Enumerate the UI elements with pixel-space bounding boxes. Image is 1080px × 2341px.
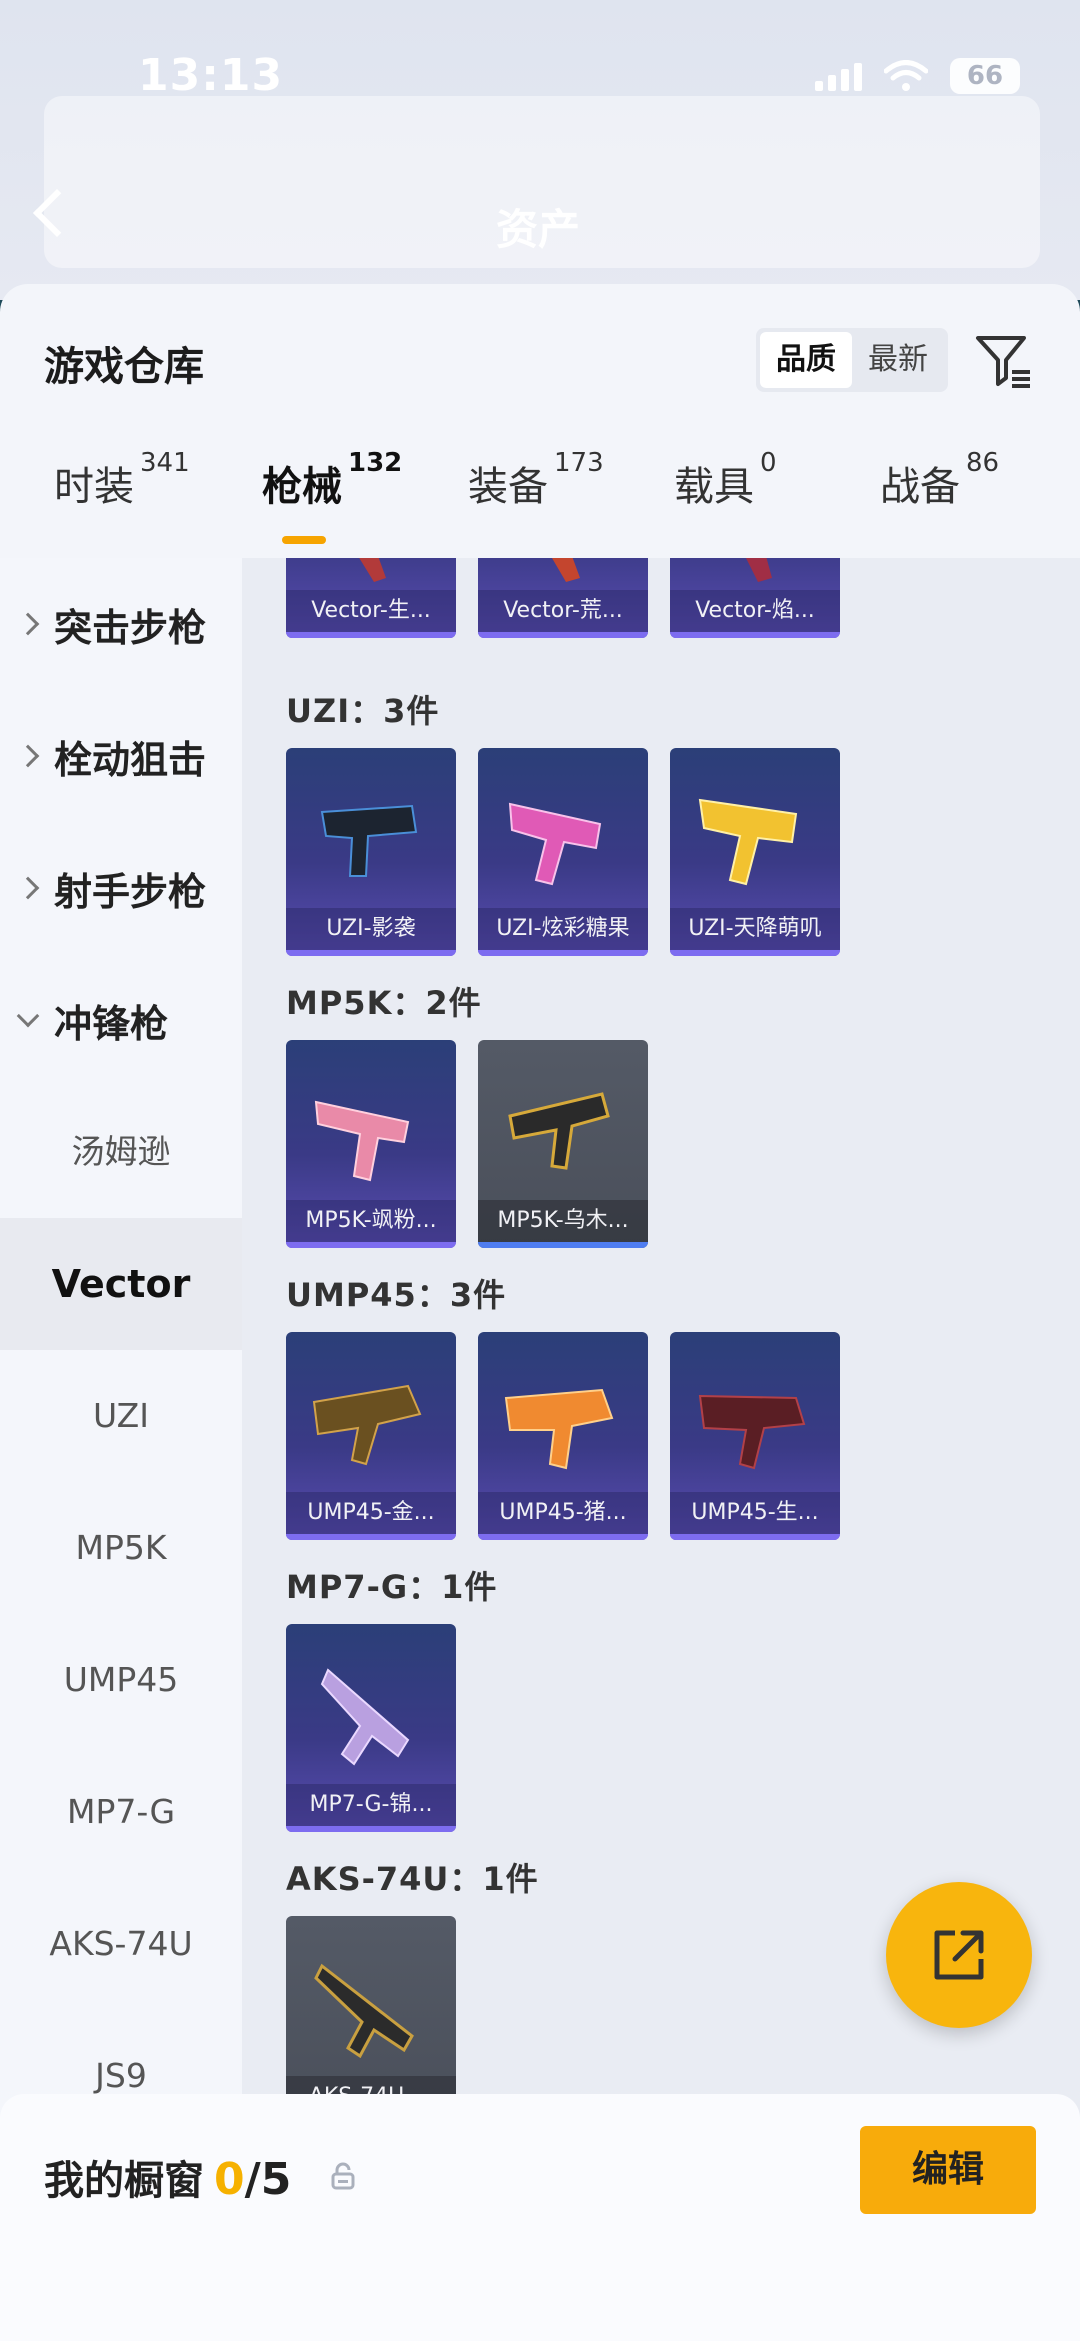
group-label-aks74u: AKS-74U：1件: [286, 1860, 539, 1898]
chevron-right-icon: [16, 876, 40, 900]
group-label-mp5k: MP5K：2件: [286, 984, 482, 1022]
weapon-card[interactable]: MP7-G-锦...: [286, 1624, 456, 1832]
weapon-thumbnail-icon: [312, 1384, 422, 1466]
weapon-thumbnail-icon: [320, 1668, 410, 1766]
weapon-category-list: 突击步枪 栓动狙击 射手步枪 冲锋枪 汤姆逊 Vector UZI MP5K U…: [0, 558, 242, 2341]
weapon-card[interactable]: Vector-焰...: [670, 558, 840, 638]
share-button[interactable]: [886, 1882, 1032, 2028]
active-tab-indicator: [282, 536, 326, 544]
weapon-card[interactable]: UMP45-金...: [286, 1332, 456, 1540]
battery-icon: 66: [950, 58, 1020, 94]
weapon-grid: Vector-生... Vector-荒... Vector-焰... UZI：…: [242, 558, 1080, 2341]
weapon-card[interactable]: Vector-生...: [286, 558, 456, 638]
weapon-thumbnail-icon: [698, 798, 798, 886]
category-marksman-rifle[interactable]: 射手步枪: [0, 822, 242, 954]
sidebar-item-thompson[interactable]: 汤姆逊: [0, 1086, 242, 1218]
showcase-bar: 我的橱窗 0/5 编辑: [0, 2094, 1080, 2341]
sidebar-item-aks74u[interactable]: AKS-74U: [0, 1878, 242, 2010]
status-icons: 66: [815, 58, 1020, 94]
category-smg[interactable]: 冲锋枪: [0, 954, 242, 1086]
tab-equipment[interactable]: 装备173: [468, 448, 604, 512]
edit-button[interactable]: 编辑: [860, 2126, 1036, 2214]
weapon-thumbnail-icon: [508, 802, 602, 886]
category-tabs: 时装341 枪械132 装备173 载具0 战备86: [0, 448, 1080, 554]
sidebar-item-ump45[interactable]: UMP45: [0, 1614, 242, 1746]
signal-icon: [815, 61, 862, 91]
weapon-card[interactable]: UMP45-生...: [670, 1332, 840, 1540]
weapon-thumbnail-icon: [698, 1394, 806, 1470]
sort-toggle: 品质 最新: [756, 328, 948, 392]
weapon-thumbnail-icon: [359, 558, 386, 582]
weapon-thumbnail-icon: [508, 1092, 610, 1170]
showcase-count: 0: [214, 2154, 245, 2205]
status-time: 13:13: [138, 50, 284, 101]
weapon-thumbnail-icon: [320, 804, 418, 877]
sidebar-item-uzi[interactable]: UZI: [0, 1350, 242, 1482]
lock-icon: [331, 2162, 355, 2190]
wifi-icon: [884, 60, 928, 91]
tab-firearms[interactable]: 枪械132: [262, 448, 402, 512]
weapon-card[interactable]: UZI-炫彩糖果: [478, 748, 648, 956]
sort-newest-button[interactable]: 最新: [852, 332, 944, 388]
page-title: 资产: [496, 205, 581, 254]
chevron-down-icon: [16, 1004, 40, 1028]
sheet-title: 游戏仓库: [44, 344, 204, 390]
filter-icon[interactable]: [972, 330, 1034, 392]
weapon-card[interactable]: UMP45-猪...: [478, 1332, 648, 1540]
sidebar-item-mp7g[interactable]: MP7-G: [0, 1746, 242, 1878]
weapon-card[interactable]: AKS-74U-...: [286, 1916, 456, 2124]
category-assault-rifle[interactable]: 突击步枪: [0, 558, 242, 690]
weapon-card[interactable]: Vector-荒...: [478, 558, 648, 638]
weapon-card[interactable]: UZI-影袭: [286, 748, 456, 956]
game-warehouse-sheet: 游戏仓库 品质 最新 时装341 枪械132 装备173 载具0 战备86 突击…: [0, 284, 1080, 2341]
weapon-card[interactable]: MP5K-乌木...: [478, 1040, 648, 1248]
tab-vehicles[interactable]: 载具0: [674, 448, 777, 512]
external-link-icon: [934, 1930, 984, 1980]
weapon-card[interactable]: MP5K-飒粉...: [286, 1040, 456, 1248]
group-label-mp7g: MP7-G：1件: [286, 1568, 498, 1606]
showcase-label: 我的橱窗 0/5: [44, 2154, 292, 2205]
weapon-thumbnail-icon: [314, 1963, 414, 2059]
sidebar-item-vector[interactable]: Vector: [0, 1218, 242, 1350]
weapon-thumbnail-icon: [504, 1388, 614, 1470]
weapon-thumbnail-icon: [314, 1100, 410, 1182]
group-label-uzi: UZI：3件: [286, 692, 440, 730]
tab-tactical[interactable]: 战备86: [880, 448, 999, 512]
group-label-ump45: UMP45：3件: [286, 1276, 507, 1314]
chevron-right-icon: [16, 612, 40, 636]
sort-quality-button[interactable]: 品质: [760, 332, 852, 388]
weapon-card[interactable]: UZI-天降萌叽: [670, 748, 840, 956]
weapon-thumbnail-icon: [552, 558, 580, 582]
chevron-right-icon: [16, 744, 40, 768]
tab-fashion[interactable]: 时装341: [54, 448, 190, 512]
weapon-thumbnail-icon: [746, 558, 772, 582]
sidebar-item-mp5k[interactable]: MP5K: [0, 1482, 242, 1614]
category-bolt-sniper[interactable]: 栓动狙击: [0, 690, 242, 822]
